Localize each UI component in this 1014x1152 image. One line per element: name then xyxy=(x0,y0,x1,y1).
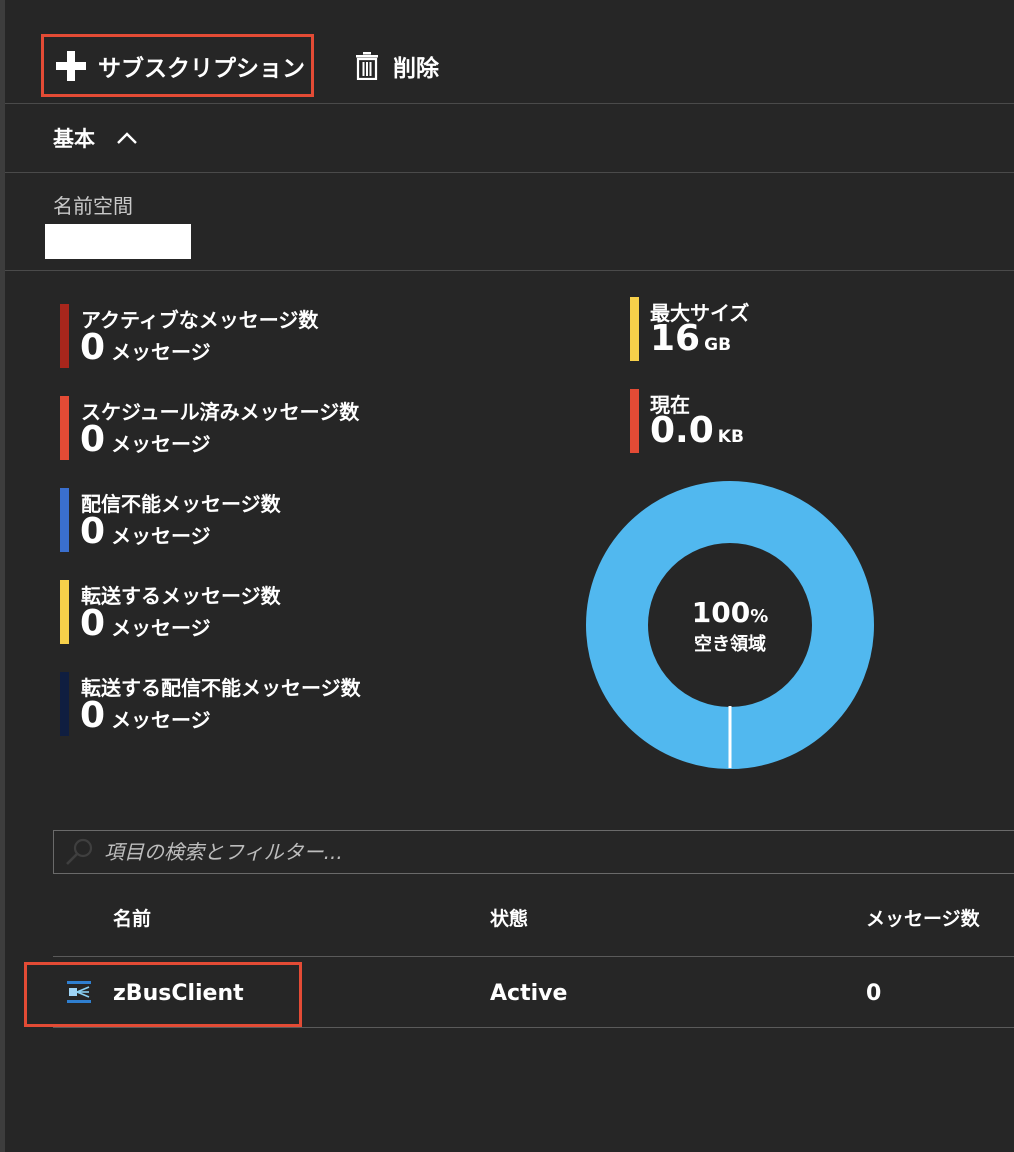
metric-color-bar xyxy=(60,304,69,368)
metric-value: 0.0 KB xyxy=(650,410,744,451)
metric-value: 0 メッセージ xyxy=(80,419,211,460)
command-bar: サブスクリプション 削除 xyxy=(5,0,1014,104)
search-input[interactable] xyxy=(102,839,986,865)
delete-label: 削除 xyxy=(393,56,439,82)
metric-value: 16 GB xyxy=(650,318,732,359)
column-header-status[interactable]: 状態 xyxy=(490,904,528,931)
namespace-value xyxy=(45,224,191,259)
delete-button[interactable]: 削除 xyxy=(355,46,439,86)
basics-title: 基本 xyxy=(53,127,95,151)
column-header-name[interactable]: 名前 xyxy=(113,904,151,931)
search-icon xyxy=(66,838,93,865)
donut-center-label: 100% 空き領域 xyxy=(585,597,875,657)
table-header: 名前 状態 メッセージ数 xyxy=(53,890,1014,957)
row-status: Active xyxy=(490,981,568,1006)
metric-value: 0 メッセージ xyxy=(80,511,211,552)
row-message-count: 0 xyxy=(866,981,882,1006)
metric-color-bar xyxy=(630,389,639,453)
topic-icon xyxy=(67,981,91,1003)
namespace-label: 名前空間 xyxy=(53,194,133,218)
search-box[interactable] xyxy=(53,830,1014,874)
metric-color-bar xyxy=(630,297,639,361)
metric-value: 0 メッセージ xyxy=(80,327,211,368)
row-name-link[interactable]: zBusClient xyxy=(113,981,244,1006)
section-divider xyxy=(5,270,1014,271)
chevron-up-icon xyxy=(117,132,137,144)
donut-caption: 空き領域 xyxy=(694,634,766,655)
add-subscription-label: サブスクリプション xyxy=(98,55,305,82)
metric-value: 0 メッセージ xyxy=(80,603,211,644)
metric-color-bar xyxy=(60,488,69,552)
donut-percent: 100% xyxy=(691,596,769,629)
plus-icon xyxy=(56,50,86,81)
metric-value: 0 メッセージ xyxy=(80,695,211,736)
table-row[interactable]: zBusClient Active 0 xyxy=(53,957,1014,1028)
basics-section-toggle[interactable]: 基本 xyxy=(5,104,1014,173)
metric-color-bar xyxy=(60,672,69,736)
add-subscription-button[interactable]: サブスクリプション xyxy=(41,34,314,97)
trash-icon xyxy=(356,52,378,80)
subscriptions-blade: サブスクリプション 削除 基本 名前空間 アクティブなメッセージ数 0 メッセージ xyxy=(0,0,1014,1152)
column-header-messages[interactable]: メッセージ数 xyxy=(866,904,980,931)
metric-color-bar xyxy=(60,580,69,644)
metric-color-bar xyxy=(60,396,69,460)
